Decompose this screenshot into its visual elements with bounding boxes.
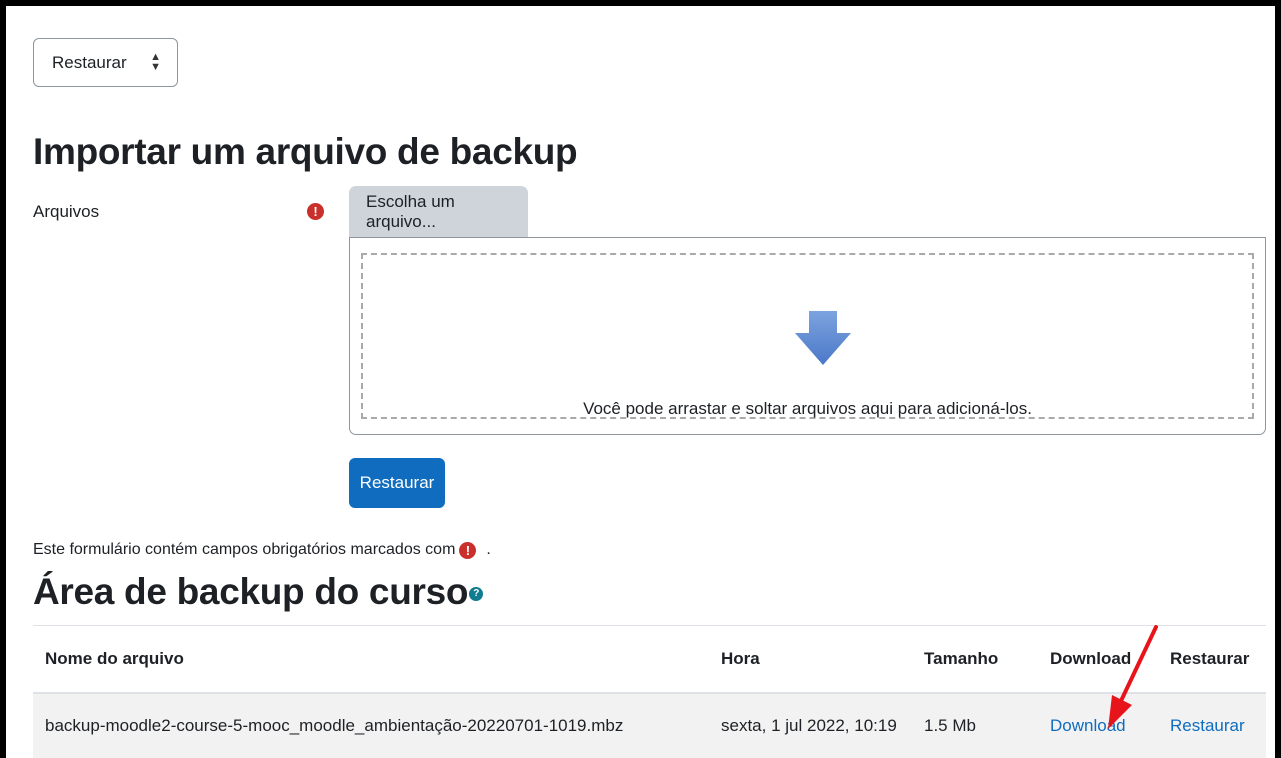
restore-link[interactable]: Restaurar	[1170, 716, 1245, 735]
table-header-row: Nome do arquivo Hora Tamanho Download Re…	[33, 625, 1266, 694]
column-header: Tamanho	[912, 625, 1038, 694]
required-note: Este formulário contém campos obrigatóri…	[33, 541, 491, 559]
select-arrows-icon: ▲ ▼	[150, 51, 161, 73]
restore-submit-button[interactable]: Restaurar	[349, 458, 445, 508]
required-note-text: Este formulário contém campos obrigatóri…	[33, 541, 456, 558]
dropzone-dashed-area: Você pode arrastar e soltar arquivos aqu…	[361, 253, 1254, 419]
arrow-down-icon	[795, 311, 851, 365]
column-header: Nome do arquivo	[33, 625, 709, 694]
action-select[interactable]: Restaurar ▲ ▼	[33, 38, 178, 87]
backup-area-title-text: Área de backup do curso	[33, 571, 469, 612]
files-label: Arquivos	[33, 202, 100, 221]
action-select-value: Restaurar	[52, 52, 127, 72]
annotation-arrow-icon	[1108, 625, 1158, 729]
file-time-cell: sexta, 1 jul 2022, 10:19	[709, 692, 912, 758]
dropzone-text: Você pode arrastar e soltar arquivos aqu…	[583, 399, 1032, 418]
question-circle-icon[interactable]: ?	[469, 587, 484, 602]
required-icon: !	[459, 541, 477, 559]
choose-file-button[interactable]: Escolha um arquivo...	[349, 186, 528, 237]
restore-cell: Restaurar	[1158, 692, 1266, 758]
file-size-cell: 1.5 Mb	[912, 692, 1038, 758]
column-header: Restaurar	[1158, 625, 1266, 694]
file-dropzone[interactable]: Você pode arrastar e soltar arquivos aqu…	[349, 237, 1266, 435]
table-row: backup-moodle2-course-5-mooc_moodle_ambi…	[33, 692, 1266, 758]
column-header: Hora	[709, 625, 912, 694]
backup-area-title: Área de backup do curso?	[33, 571, 484, 613]
file-name-cell: backup-moodle2-course-5-mooc_moodle_ambi…	[33, 692, 709, 758]
page-title: Importar um arquivo de backup	[33, 131, 578, 172]
backup-files-table: Nome do arquivo Hora Tamanho Download Re…	[33, 625, 1266, 758]
required-note-end: .	[486, 541, 491, 558]
required-icon: !	[307, 203, 324, 220]
